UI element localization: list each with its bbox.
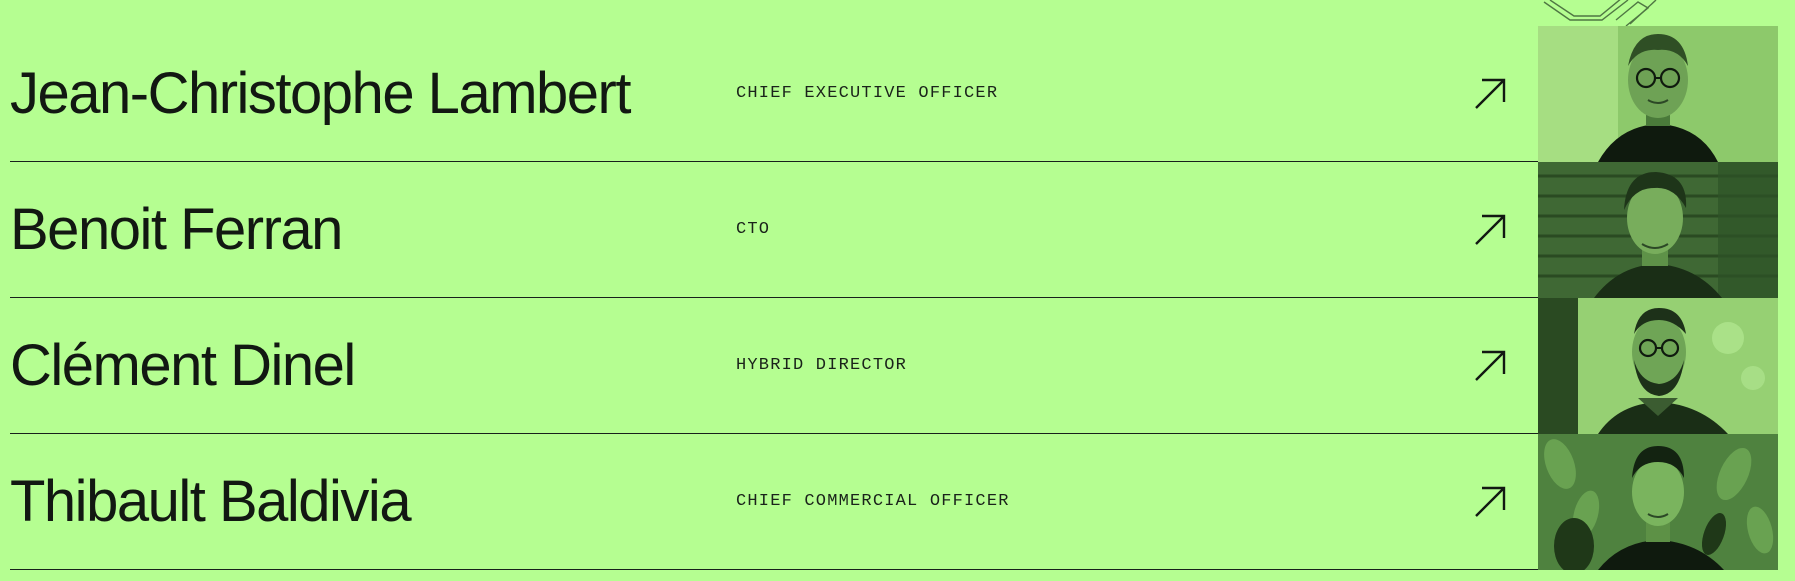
member-role: CHIEF EXECUTIVE OFFICER (736, 84, 999, 103)
member-name: Thibault Baldivia (10, 469, 412, 534)
portrait-photo (1538, 26, 1778, 162)
team-member-row[interactable]: Thibault Baldivia CHIEF COMMERCIAL OFFIC… (10, 434, 1778, 570)
arrow-up-right-icon[interactable] (1470, 208, 1512, 250)
team-member-row[interactable]: Benoit Ferran CTO (10, 162, 1778, 298)
member-name: Jean-Christophe Lambert (10, 61, 631, 126)
team-page: Jean-Christophe Lambert CHIEF EXECUTIVE … (0, 0, 1795, 581)
decorative-sketch-icon (1543, 0, 1657, 27)
portrait-image (1538, 162, 1778, 298)
portrait-image (1538, 434, 1778, 570)
portrait-image (1538, 26, 1778, 162)
member-role: HYBRID DIRECTOR (736, 356, 908, 375)
team-list: Jean-Christophe Lambert CHIEF EXECUTIVE … (10, 26, 1778, 570)
member-name: Benoit Ferran (10, 197, 343, 262)
member-role: CTO (736, 220, 771, 239)
arrow-up-right-icon[interactable] (1470, 480, 1512, 522)
portrait-photo (1538, 162, 1778, 298)
team-member-row[interactable]: Clément Dinel HYBRID DIRECTOR (10, 298, 1778, 434)
arrow-up-right-icon[interactable] (1470, 72, 1512, 114)
team-member-row[interactable]: Jean-Christophe Lambert CHIEF EXECUTIVE … (10, 26, 1778, 162)
portrait-image (1538, 298, 1778, 434)
member-name: Clément Dinel (10, 333, 356, 398)
arrow-up-right-icon[interactable] (1470, 344, 1512, 386)
portrait-photo (1538, 434, 1778, 570)
member-role: CHIEF COMMERCIAL OFFICER (736, 492, 1010, 511)
portrait-photo (1538, 298, 1778, 434)
